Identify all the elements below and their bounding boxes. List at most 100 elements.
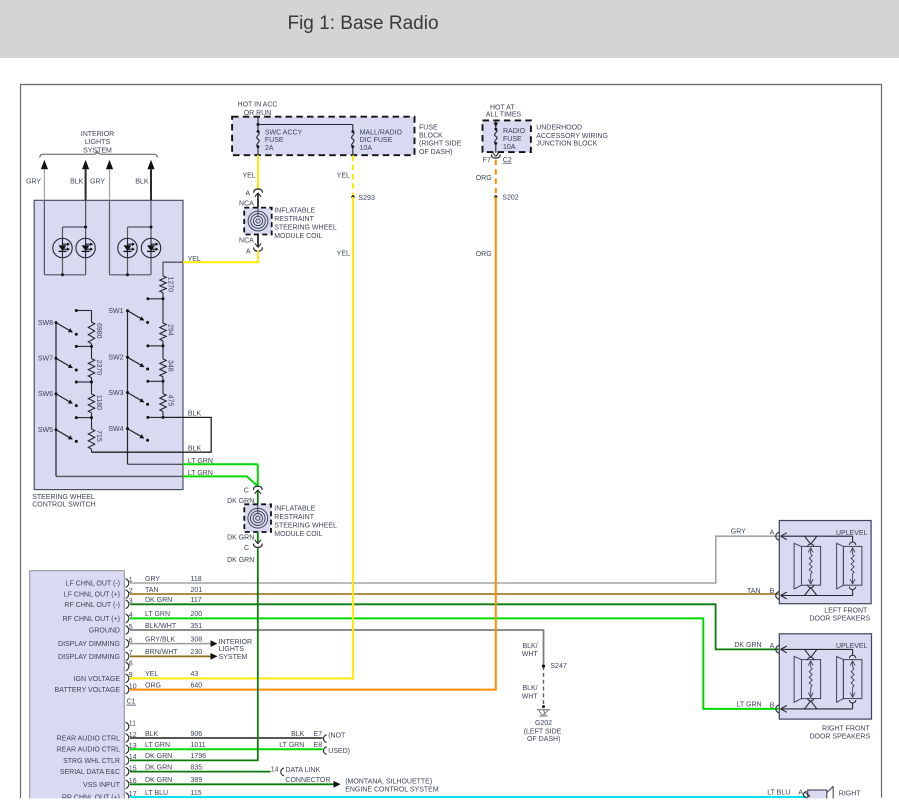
svg-text:294: 294 bbox=[166, 324, 173, 336]
svg-text:BLK/: BLK/ bbox=[523, 643, 538, 650]
svg-text:SW4: SW4 bbox=[108, 426, 123, 433]
svg-text:TAN: TAN bbox=[145, 587, 158, 594]
svg-text:2A: 2A bbox=[265, 145, 274, 152]
svg-text:ORG: ORG bbox=[476, 175, 492, 182]
svg-text:OF DASH): OF DASH) bbox=[527, 736, 560, 743]
svg-text:8: 8 bbox=[129, 660, 133, 667]
svg-text:JUNCTION BLOCK: JUNCTION BLOCK bbox=[536, 141, 597, 148]
svg-text:B: B bbox=[770, 588, 775, 595]
svg-text:GRY: GRY bbox=[26, 179, 41, 186]
svg-text:IGN VOLTAGE: IGN VOLTAGE bbox=[74, 676, 121, 683]
svg-text:351: 351 bbox=[191, 623, 203, 630]
svg-text:REAR AUDIO CTRL: REAR AUDIO CTRL bbox=[57, 747, 121, 754]
svg-text:ORG: ORG bbox=[476, 251, 492, 258]
svg-text:(NOT: (NOT bbox=[328, 732, 346, 739]
svg-text:RIGHT: RIGHT bbox=[839, 790, 862, 797]
svg-text:SW2: SW2 bbox=[108, 355, 123, 362]
svg-text:LIGHTS: LIGHTS bbox=[219, 646, 245, 653]
svg-text:DISPLAY DIMMING: DISPLAY DIMMING bbox=[58, 641, 120, 648]
svg-text:E7: E7 bbox=[314, 731, 323, 738]
svg-text:200: 200 bbox=[191, 611, 203, 618]
svg-text:6980: 6980 bbox=[95, 323, 102, 339]
svg-text:DK GRN: DK GRN bbox=[227, 535, 254, 542]
svg-text:GROUND: GROUND bbox=[89, 628, 120, 635]
svg-text:C: C bbox=[244, 545, 249, 552]
svg-text:HOT IN ACC: HOT IN ACC bbox=[238, 102, 278, 109]
svg-text:DK GRN: DK GRN bbox=[145, 777, 172, 784]
svg-text:SW3: SW3 bbox=[108, 390, 123, 397]
svg-text:GRY: GRY bbox=[731, 529, 746, 536]
svg-text:FUSE: FUSE bbox=[419, 125, 438, 132]
svg-text:117: 117 bbox=[191, 597, 202, 604]
svg-text:RESTRAINT: RESTRAINT bbox=[274, 216, 314, 223]
svg-text:SW1: SW1 bbox=[108, 308, 123, 315]
svg-text:ENGINE CONTROL SYSTEM: ENGINE CONTROL SYSTEM bbox=[345, 787, 439, 794]
svg-text:LT GRN: LT GRN bbox=[188, 458, 213, 465]
svg-text:STRG WHL CTLR: STRG WHL CTLR bbox=[63, 758, 120, 765]
svg-text:OF DASH): OF DASH) bbox=[419, 149, 452, 156]
svg-text:DK GRN: DK GRN bbox=[145, 753, 172, 760]
svg-text:TAN: TAN bbox=[747, 588, 760, 595]
svg-text:A: A bbox=[246, 249, 251, 256]
svg-text:LT GRN: LT GRN bbox=[145, 611, 170, 618]
svg-text:INTERIOR: INTERIOR bbox=[81, 131, 114, 138]
svg-text:STEERING WHEEL: STEERING WHEEL bbox=[32, 494, 95, 501]
svg-text:LT GRN: LT GRN bbox=[188, 470, 213, 477]
svg-text:NCA: NCA bbox=[239, 201, 254, 208]
svg-text:C2: C2 bbox=[503, 157, 512, 164]
svg-text:A: A bbox=[770, 643, 775, 650]
svg-text:201: 201 bbox=[191, 587, 203, 594]
svg-text:YEL: YEL bbox=[337, 251, 350, 258]
svg-text:GRY: GRY bbox=[145, 576, 160, 583]
svg-text:F7: F7 bbox=[483, 157, 491, 164]
svg-text:YEL: YEL bbox=[242, 173, 255, 180]
svg-text:B: B bbox=[770, 702, 775, 709]
svg-text:INFLATABLE: INFLATABLE bbox=[274, 208, 315, 215]
svg-text:GRY/BLK: GRY/BLK bbox=[145, 636, 176, 643]
svg-text:LF CHNL OUT (+): LF CHNL OUT (+) bbox=[64, 592, 120, 599]
svg-text:STEERING WHEEL: STEERING WHEEL bbox=[274, 523, 337, 530]
svg-text:A: A bbox=[798, 790, 803, 797]
svg-text:BATTERY VOLTAGE: BATTERY VOLTAGE bbox=[55, 687, 121, 694]
svg-text:LT GRN: LT GRN bbox=[145, 742, 170, 749]
svg-text:WHT: WHT bbox=[522, 651, 539, 658]
svg-text:10A: 10A bbox=[503, 144, 516, 151]
svg-text:SYSTEM: SYSTEM bbox=[219, 654, 248, 661]
svg-text:LT BLU: LT BLU bbox=[767, 790, 790, 797]
svg-text:DK GRN: DK GRN bbox=[145, 597, 172, 604]
svg-text:FUSE: FUSE bbox=[503, 136, 522, 143]
svg-text:SWC ACCY: SWC ACCY bbox=[265, 129, 303, 136]
svg-text:(RIGHT SIDE: (RIGHT SIDE bbox=[419, 141, 462, 148]
svg-text:LIGHTS: LIGHTS bbox=[85, 139, 111, 146]
svg-text:BLK/WHT: BLK/WHT bbox=[145, 623, 177, 630]
svg-text:BLK: BLK bbox=[145, 731, 159, 738]
svg-text:REAR AUDIO CTRL: REAR AUDIO CTRL bbox=[57, 736, 121, 743]
svg-text:E8: E8 bbox=[314, 742, 323, 749]
svg-text:BLK: BLK bbox=[291, 731, 305, 738]
svg-text:S202: S202 bbox=[502, 195, 518, 202]
svg-text:UNDERHOOD: UNDERHOOD bbox=[536, 125, 582, 132]
svg-text:LT GRN: LT GRN bbox=[737, 702, 762, 709]
svg-text:906: 906 bbox=[191, 731, 203, 738]
svg-text:(LEFT SIDE: (LEFT SIDE bbox=[524, 728, 562, 735]
svg-text:YEL: YEL bbox=[188, 256, 201, 263]
svg-text:ACCESSORY WIRING: ACCESSORY WIRING bbox=[536, 133, 608, 140]
svg-text:DISPLAY DIMMING: DISPLAY DIMMING bbox=[58, 654, 120, 661]
svg-text:RF CHNL OUT (-): RF CHNL OUT (-) bbox=[64, 602, 120, 609]
svg-text:S247: S247 bbox=[550, 663, 566, 670]
svg-text:SW8: SW8 bbox=[38, 320, 53, 327]
svg-text:DOOR SPEAKERS: DOOR SPEAKERS bbox=[809, 733, 870, 740]
svg-text:DOOR SPEAKERS: DOOR SPEAKERS bbox=[809, 616, 870, 623]
svg-text:GRY: GRY bbox=[90, 179, 105, 186]
svg-text:14: 14 bbox=[271, 766, 279, 773]
svg-text:1796: 1796 bbox=[191, 753, 207, 760]
svg-text:DK GRN: DK GRN bbox=[734, 642, 761, 649]
svg-text:BLK: BLK bbox=[188, 410, 202, 417]
svg-text:115: 115 bbox=[191, 790, 202, 797]
svg-text:CONNECTOR: CONNECTOR bbox=[285, 777, 330, 784]
svg-text:LF CHNL OUT (-): LF CHNL OUT (-) bbox=[66, 581, 120, 588]
svg-text:118: 118 bbox=[191, 576, 202, 583]
svg-text:RESTRAINT: RESTRAINT bbox=[274, 514, 314, 521]
svg-text:YEL: YEL bbox=[145, 671, 158, 678]
svg-text:BLK/: BLK/ bbox=[523, 685, 538, 692]
